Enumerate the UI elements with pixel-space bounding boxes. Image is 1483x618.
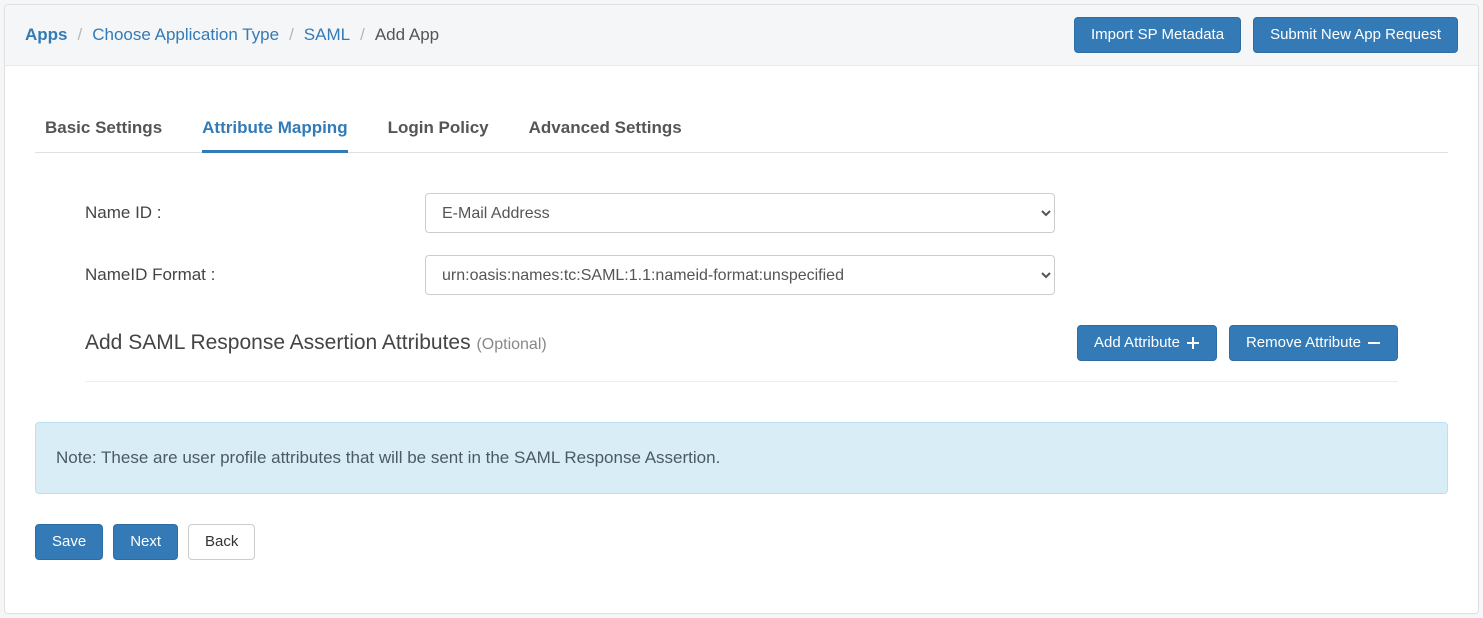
form-area: Name ID : E-Mail Address NameID Format :…: [35, 153, 1448, 392]
tab-basic-settings[interactable]: Basic Settings: [45, 106, 162, 153]
breadcrumb-apps[interactable]: Apps: [25, 25, 68, 45]
save-button[interactable]: Save: [35, 524, 103, 560]
footer-actions: Save Next Back: [35, 524, 1448, 560]
nameid-format-select[interactable]: urn:oasis:names:tc:SAML:1.1:nameid-forma…: [425, 255, 1055, 295]
add-attribute-button[interactable]: Add Attribute: [1077, 325, 1217, 361]
row-nameid-format: NameID Format : urn:oasis:names:tc:SAML:…: [85, 255, 1398, 295]
breadcrumb-sep: /: [289, 25, 294, 45]
breadcrumb-current: Add App: [375, 25, 439, 45]
add-attribute-label: Add Attribute: [1094, 334, 1180, 352]
breadcrumb-saml[interactable]: SAML: [304, 25, 350, 45]
name-id-label: Name ID :: [85, 203, 425, 223]
plus-icon: [1186, 336, 1200, 350]
remove-attribute-button[interactable]: Remove Attribute: [1229, 325, 1398, 361]
tabs: Basic Settings Attribute Mapping Login P…: [35, 106, 1448, 153]
remove-attribute-label: Remove Attribute: [1246, 334, 1361, 352]
section-title-text: Add SAML Response Assertion Attributes: [85, 331, 471, 354]
top-actions: Import SP Metadata Submit New App Reques…: [1074, 17, 1458, 53]
section-optional: (Optional): [476, 336, 546, 353]
row-name-id: Name ID : E-Mail Address: [85, 193, 1398, 233]
back-button[interactable]: Back: [188, 524, 255, 560]
name-id-select[interactable]: E-Mail Address: [425, 193, 1055, 233]
tab-advanced-settings[interactable]: Advanced Settings: [529, 106, 682, 153]
topbar: Apps / Choose Application Type / SAML / …: [5, 5, 1478, 66]
minus-icon: [1367, 336, 1381, 350]
nameid-format-label: NameID Format :: [85, 265, 425, 285]
content: Basic Settings Attribute Mapping Login P…: [5, 66, 1478, 590]
next-button[interactable]: Next: [113, 524, 178, 560]
breadcrumb-sep: /: [78, 25, 83, 45]
submit-new-app-request-button[interactable]: Submit New App Request: [1253, 17, 1458, 53]
assertion-attributes-section: Add SAML Response Assertion Attributes (…: [85, 325, 1398, 382]
breadcrumb-sep: /: [360, 25, 365, 45]
import-sp-metadata-button[interactable]: Import SP Metadata: [1074, 17, 1241, 53]
note-box: Note: These are user profile attributes …: [35, 422, 1448, 494]
section-actions: Add Attribute Remove Attribute: [1077, 325, 1398, 361]
tab-attribute-mapping[interactable]: Attribute Mapping: [202, 106, 347, 153]
breadcrumb: Apps / Choose Application Type / SAML / …: [25, 25, 439, 45]
section-title: Add SAML Response Assertion Attributes (…: [85, 331, 547, 355]
page: Apps / Choose Application Type / SAML / …: [4, 4, 1479, 614]
breadcrumb-choose-type[interactable]: Choose Application Type: [92, 25, 279, 45]
tab-login-policy[interactable]: Login Policy: [388, 106, 489, 153]
